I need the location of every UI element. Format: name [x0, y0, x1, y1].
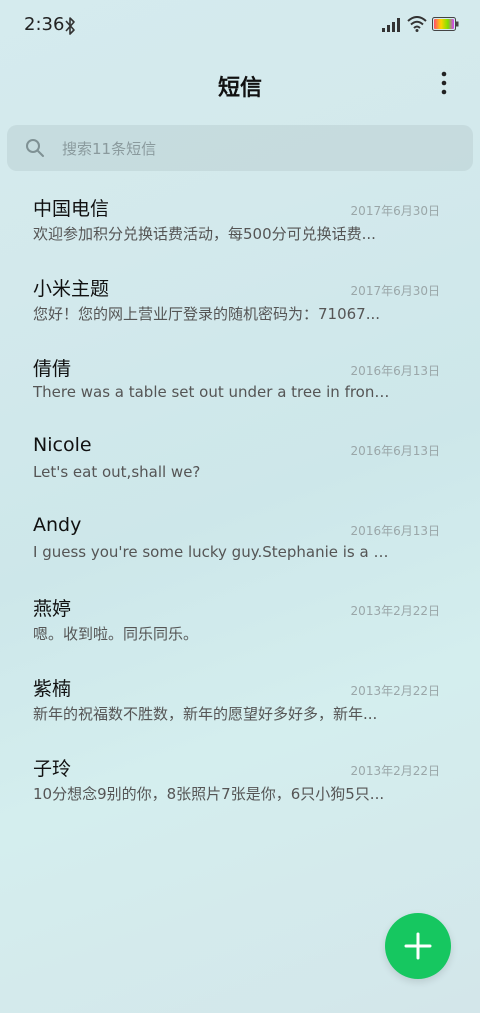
- message-preview: 10分想念9别的你，8张照片7张是你，6只小狗5只...: [33, 785, 385, 803]
- new-message-button[interactable]: [385, 913, 451, 979]
- message-date: 2016年6月13日: [350, 364, 440, 378]
- contact-name: 中国电信: [33, 198, 110, 220]
- message-date: 2017年6月30日: [350, 284, 440, 298]
- status-time: 2:36: [24, 14, 65, 35]
- more-vertical-icon[interactable]: [432, 70, 456, 98]
- contact-name: 燕婷: [33, 598, 72, 620]
- search-input[interactable]: 搜索11条短信: [7, 125, 473, 171]
- conversation-list: 中国电信 2017年6月30日 欢迎参加积分兑换话费活动，每500分可兑换话费.…: [0, 182, 480, 822]
- wifi-icon: [407, 16, 427, 32]
- conversation-item[interactable]: 燕婷 2013年2月22日 嗯。收到啦。同乐同乐。: [0, 582, 480, 662]
- contact-name: 小米主题: [33, 278, 110, 300]
- signal-icon: [382, 18, 400, 32]
- contact-name: 紫楠: [33, 678, 72, 700]
- conversation-item[interactable]: 中国电信 2017年6月30日 欢迎参加积分兑换话费活动，每500分可兑换话费.…: [0, 182, 480, 262]
- header: 短信: [0, 60, 480, 108]
- conversation-item[interactable]: Andy 2016年6月13日 I guess you're some luck…: [0, 502, 480, 582]
- contact-name: Andy: [33, 514, 82, 536]
- message-preview: 新年的祝福数不胜数，新年的愿望好多好多，新年...: [33, 705, 378, 723]
- message-date: 2017年6月30日: [350, 204, 440, 218]
- battery-icon: [432, 17, 459, 31]
- message-date: 2013年2月22日: [350, 684, 440, 698]
- status-bar: 2:36: [0, 0, 480, 52]
- conversation-item[interactable]: 小米主题 2017年6月30日 您好！您的网上营业厅登录的随机密码为：71067…: [0, 262, 480, 342]
- message-preview: There was a table set out under a tree i…: [33, 383, 393, 401]
- page-title: 短信: [217, 76, 262, 101]
- search-placeholder: 搜索11条短信: [62, 140, 157, 158]
- message-preview: Let's eat out,shall we?: [33, 463, 201, 481]
- conversation-item[interactable]: 倩倩 2016年6月13日 There was a table set out …: [0, 342, 480, 422]
- bluetooth-icon: [65, 17, 75, 35]
- message-preview: I guess you're some lucky guy.Stephanie …: [33, 543, 393, 561]
- message-preview: 嗯。收到啦。同乐同乐。: [33, 625, 199, 643]
- message-date: 2013年2月22日: [350, 764, 440, 778]
- message-preview: 您好！您的网上营业厅登录的随机密码为：71067...: [33, 305, 381, 323]
- message-preview: 欢迎参加积分兑换话费活动，每500分可兑换话费...: [33, 225, 376, 243]
- conversation-item[interactable]: 紫楠 2013年2月22日 新年的祝福数不胜数，新年的愿望好多好多，新年...: [0, 662, 480, 742]
- conversation-item[interactable]: Nicole 2016年6月13日 Let's eat out,shall we…: [0, 422, 480, 502]
- conversation-item[interactable]: 子玲 2013年2月22日 10分想念9别的你，8张照片7张是你，6只小狗5只.…: [0, 742, 480, 822]
- contact-name: Nicole: [33, 434, 92, 456]
- plus-icon: [404, 932, 432, 960]
- message-date: 2016年6月13日: [350, 444, 440, 458]
- message-date: 2016年6月13日: [350, 524, 440, 538]
- contact-name: 子玲: [33, 758, 72, 780]
- search-icon: [26, 139, 44, 157]
- contact-name: 倩倩: [33, 358, 72, 380]
- message-date: 2013年2月22日: [350, 604, 440, 618]
